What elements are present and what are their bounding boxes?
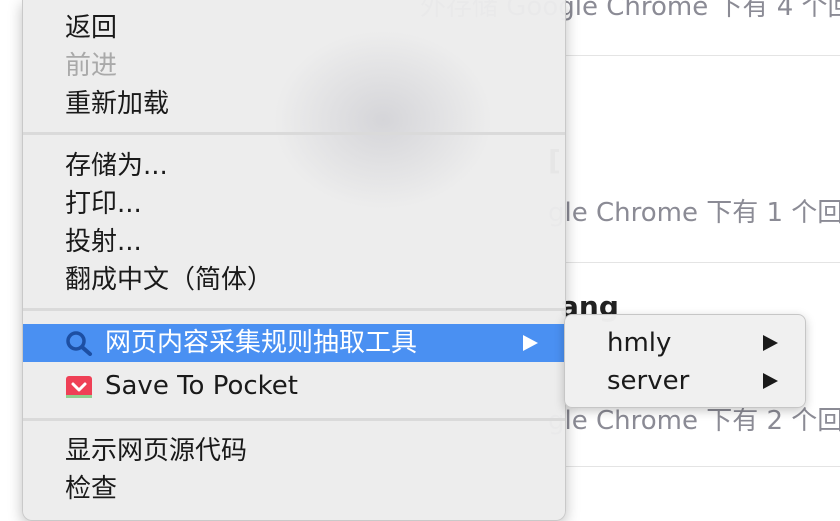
search-icon	[66, 331, 92, 356]
divider	[540, 55, 840, 56]
result-meta-line-2: gle Chrome 下有 1 个回	[548, 198, 840, 228]
submenu-item-label: server	[607, 366, 690, 396]
menu-item-label: 返回	[65, 13, 118, 43]
submenu-arrow-icon	[763, 335, 778, 351]
menu-item-reload[interactable]: 重新加载	[23, 85, 565, 123]
menu-item-label: 显示网页源代码	[65, 436, 248, 466]
menu-item-label: 投射...	[65, 227, 142, 257]
context-menu: 返回 前进 重新加载 存储为... 打印... 投射... 翻成中文（简体） 网…	[22, 0, 566, 521]
menu-item-view-source[interactable]: 显示网页源代码	[23, 432, 565, 470]
menu-item-label: 前进	[65, 51, 118, 81]
menu-item-save-to-pocket[interactable]: Save To Pocket	[23, 367, 565, 405]
menu-item-print[interactable]: 打印...	[23, 185, 565, 223]
menu-item-translate[interactable]: 翻成中文（简体）	[23, 261, 565, 299]
divider	[540, 466, 840, 467]
submenu-item-label: hmly	[607, 328, 672, 358]
menu-item-save-as[interactable]: 存储为...	[23, 147, 565, 185]
submenu-arrow-icon	[763, 373, 778, 389]
menu-item-cast[interactable]: 投射...	[23, 223, 565, 261]
submenu-arrow-icon	[523, 335, 538, 351]
menu-item-extract-tool[interactable]: 网页内容采集规则抽取工具	[23, 324, 565, 362]
menu-item-label: 重新加载	[65, 89, 170, 119]
submenu: hmly server	[564, 314, 806, 408]
menu-separator	[23, 132, 565, 135]
menu-separator	[23, 418, 565, 421]
menu-item-label: 打印...	[65, 189, 142, 219]
pocket-icon	[66, 376, 92, 398]
menu-item-forward: 前进	[23, 47, 565, 85]
menu-separator	[23, 308, 565, 311]
menu-item-back[interactable]: 返回	[23, 9, 565, 47]
divider	[540, 262, 840, 263]
menu-item-label: 检查	[65, 474, 118, 504]
menu-item-label: 网页内容采集规则抽取工具	[105, 328, 418, 358]
submenu-item-server[interactable]: server	[565, 362, 805, 400]
menu-item-label: Save To Pocket	[105, 371, 298, 401]
submenu-item-hmly[interactable]: hmly	[565, 324, 805, 362]
menu-item-label: 翻成中文（简体）	[65, 265, 274, 295]
menu-item-inspect[interactable]: 检查	[23, 470, 565, 508]
menu-item-label: 存储为...	[65, 151, 168, 181]
